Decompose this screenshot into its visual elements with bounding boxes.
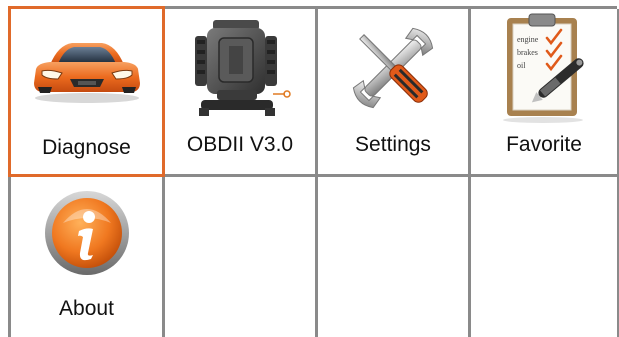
about-label: About (59, 297, 114, 320)
checklist-icon: engine brakes oil (503, 13, 584, 123)
settings-tile[interactable]: Settings (318, 9, 471, 177)
favorite-label: Favorite (506, 133, 582, 156)
menu-grid: Diagnose OBDII V3.0 Settings engine brak… (8, 6, 619, 337)
engine-icon (195, 20, 291, 116)
info-icon (44, 191, 129, 275)
settings-icon-area (318, 9, 468, 127)
about-tile[interactable]: About (11, 177, 165, 337)
obdii-tile[interactable]: OBDII V3.0 (165, 9, 318, 177)
settings-label: Settings (355, 133, 431, 156)
main-menu-screen: Diagnose OBDII V3.0 Settings engine brak… (0, 0, 619, 337)
tools-icon (352, 27, 434, 109)
checklist-oil-text: oil (517, 61, 526, 70)
obdii-label: OBDII V3.0 (186, 133, 294, 156)
diagnose-label: Diagnose (42, 136, 131, 159)
empty-tile (471, 177, 619, 337)
checklist-engine-text: engine (517, 35, 539, 44)
diagnose-icon-area (11, 9, 162, 130)
empty-tile (318, 177, 471, 337)
diagnose-tile[interactable]: Diagnose (8, 6, 165, 177)
checklist-brakes-text: brakes (517, 48, 538, 57)
obdii-icon-area (165, 9, 315, 127)
car-icon (33, 42, 140, 103)
favorite-tile[interactable]: engine brakes oil Favorite (471, 9, 619, 177)
empty-tile (165, 177, 318, 337)
favorite-icon-area: engine brakes oil (471, 9, 617, 127)
about-icon-area (11, 177, 162, 289)
